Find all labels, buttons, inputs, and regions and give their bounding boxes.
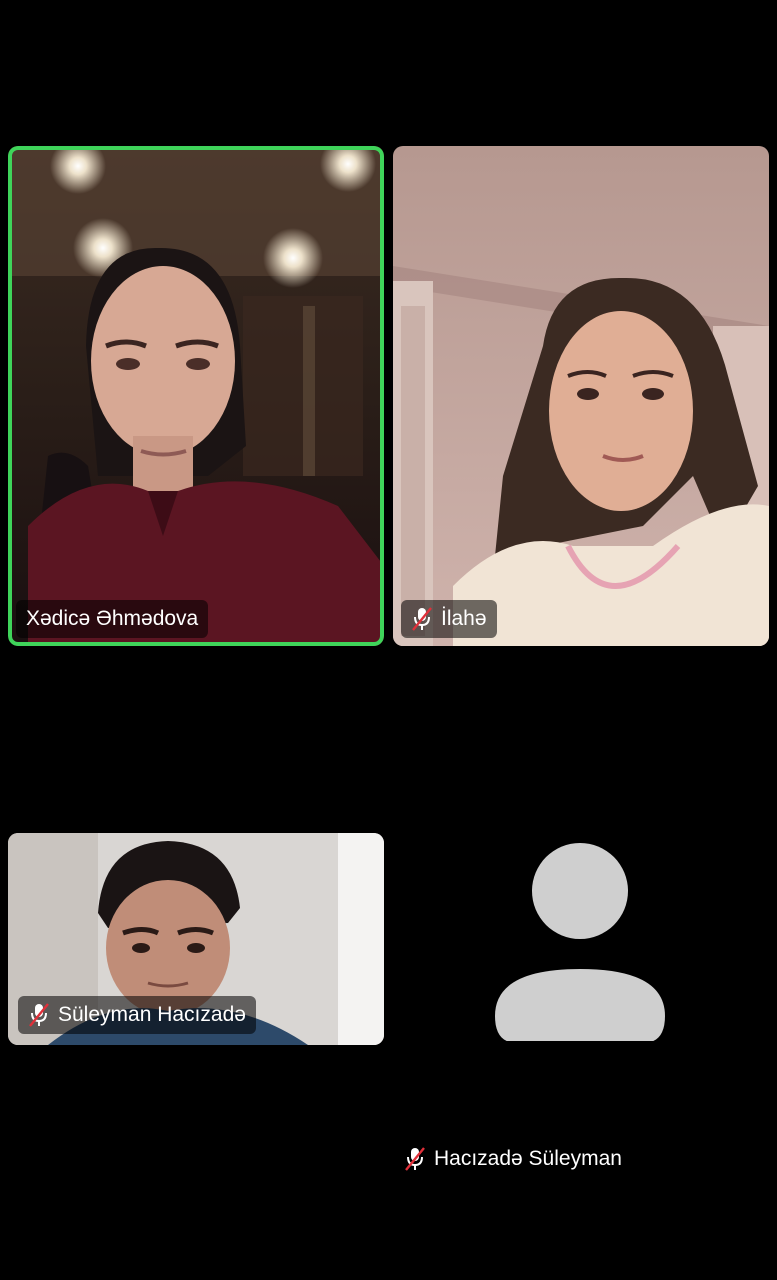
participant-video-2 [393, 146, 769, 646]
participant-name-label: Xədicə Əhmədova [16, 600, 209, 638]
mic-muted-icon [412, 607, 432, 631]
participant-tile-2[interactable]: İlahə [393, 146, 769, 646]
participant-name-label: Hacızadə Süleyman [404, 1146, 622, 1172]
participant-tile-4[interactable] [393, 833, 769, 1193]
participant-name-label: Süleyman Hacızadə [18, 996, 256, 1034]
participant-tile-3[interactable]: Süleyman Hacızadə [8, 833, 384, 1045]
participant-tile-1[interactable]: Xədicə Əhmədova [8, 146, 384, 646]
participant-name: Xədicə Əhmədova [26, 607, 199, 630]
participant-name: İlahə [441, 607, 487, 630]
participant-video-1 [8, 146, 384, 646]
participant-name: Hacızadə Süleyman [434, 1147, 622, 1170]
mic-muted-icon [29, 1003, 49, 1027]
avatar-placeholder-icon [495, 843, 665, 1041]
mic-muted-icon [405, 1147, 425, 1171]
participant-name: Süleyman Hacızadə [58, 1003, 246, 1026]
participant-name-label: İlahə [401, 600, 497, 638]
